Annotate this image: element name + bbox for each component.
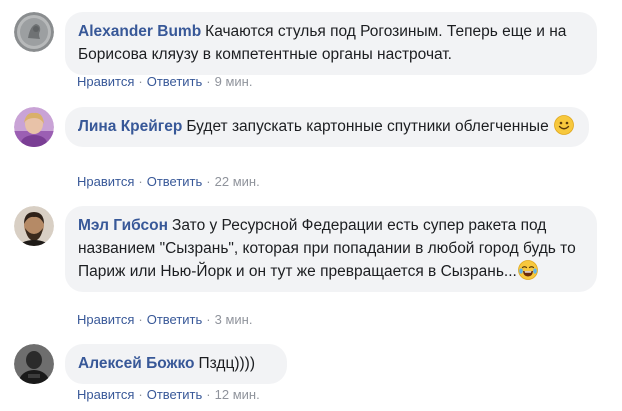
separator: · bbox=[206, 387, 211, 402]
like-link[interactable]: Нравится bbox=[77, 312, 134, 327]
separator: · bbox=[138, 312, 143, 327]
comment-bubble: Мэл Гибсон Зато у Ресурсной Федерации ест… bbox=[65, 206, 597, 292]
timestamp[interactable]: 9 мин. bbox=[215, 74, 253, 89]
reply-link[interactable]: Ответить bbox=[147, 74, 203, 89]
comment-bubble: Лина Крейгер Будет запускать картонные сп… bbox=[65, 107, 589, 147]
comment-text: Будет запускать картонные спутники облег… bbox=[186, 118, 549, 135]
separator: · bbox=[138, 74, 143, 89]
avatar[interactable] bbox=[14, 12, 54, 52]
comment-actions: Нравится · Ответить · 12 мин. bbox=[77, 387, 260, 402]
reply-link[interactable]: Ответить bbox=[147, 174, 203, 189]
separator: · bbox=[206, 74, 211, 89]
timestamp[interactable]: 22 мин. bbox=[215, 174, 260, 189]
smiling-face-emoji bbox=[554, 115, 574, 135]
avatar[interactable] bbox=[14, 107, 54, 147]
comment-actions: Нравится · Ответить · 3 мин. bbox=[77, 312, 252, 327]
like-link[interactable]: Нравится bbox=[77, 387, 134, 402]
author-name[interactable]: Мэл Гибсон bbox=[78, 217, 168, 234]
author-name[interactable]: Алексей Божко bbox=[78, 355, 195, 372]
timestamp[interactable]: 3 мин. bbox=[215, 312, 253, 327]
author-name[interactable]: Лина Крейгер bbox=[78, 118, 182, 135]
comment-actions: Нравится · Ответить · 22 мин. bbox=[77, 174, 260, 189]
like-link[interactable]: Нравится bbox=[77, 74, 134, 89]
comment-actions: Нравится · Ответить · 9 мин. bbox=[77, 74, 252, 89]
timestamp[interactable]: 12 мин. bbox=[215, 387, 260, 402]
avatar[interactable] bbox=[14, 344, 54, 384]
author-name[interactable]: Alexander Bumb bbox=[78, 23, 201, 40]
avatar[interactable] bbox=[14, 206, 54, 246]
like-link[interactable]: Нравится bbox=[77, 174, 134, 189]
reply-link[interactable]: Ответить bbox=[147, 312, 203, 327]
separator: · bbox=[206, 312, 211, 327]
reply-link[interactable]: Ответить bbox=[147, 387, 203, 402]
comment-bubble: Alexander Bumb Качаются стулья под Рогози… bbox=[65, 12, 597, 75]
separator: · bbox=[138, 174, 143, 189]
tears-of-joy-emoji bbox=[517, 260, 538, 280]
separator: · bbox=[206, 174, 211, 189]
separator: · bbox=[138, 387, 143, 402]
comment-text: Пздц)))) bbox=[198, 355, 255, 372]
comment-bubble: Алексей Божко Пздц)))) bbox=[65, 344, 287, 384]
